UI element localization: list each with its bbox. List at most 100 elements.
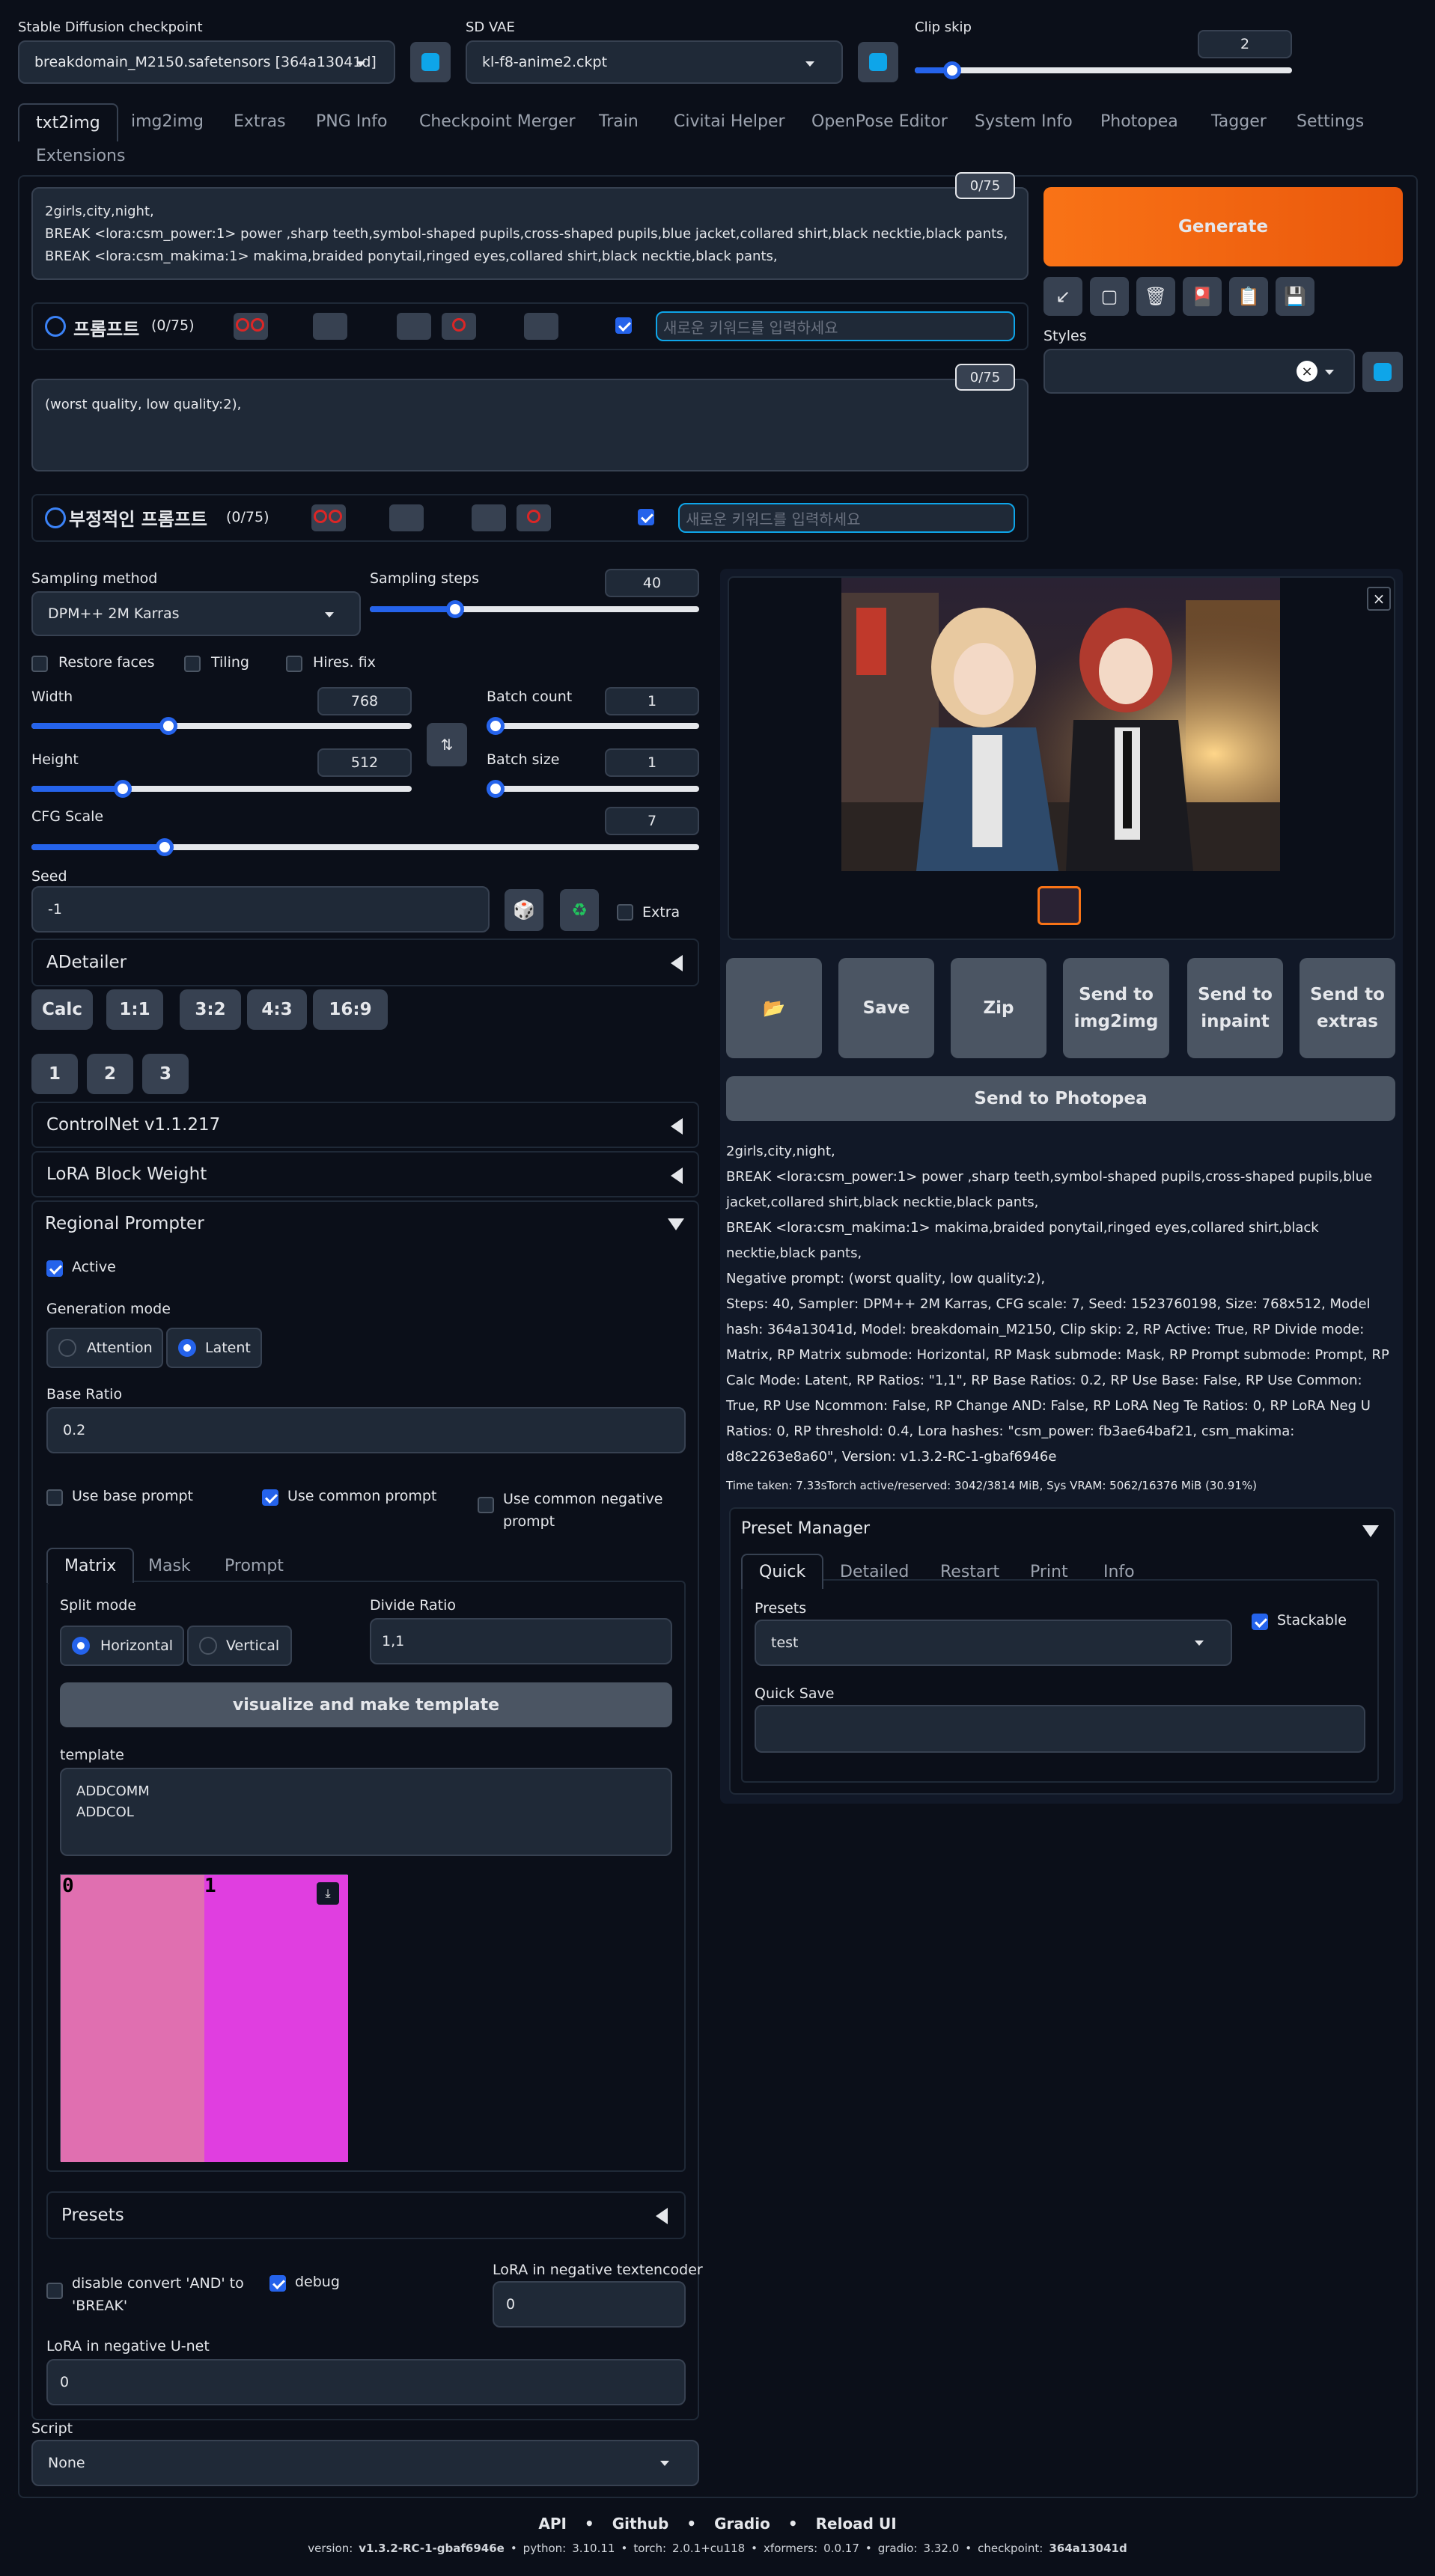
tab-tagger[interactable]: Tagger: [1211, 112, 1267, 131]
use-common-negative-checkbox[interactable]: [478, 1497, 494, 1513]
visualize-template-button[interactable]: visualize and make template: [60, 1682, 672, 1727]
recycle-icon[interactable]: ♻: [560, 889, 599, 931]
dice-icon[interactable]: 🎲: [505, 889, 543, 931]
zip-button[interactable]: Zip: [951, 958, 1046, 1058]
adetailer-accordion[interactable]: ADetailer: [31, 938, 699, 986]
send-to-img2img-button[interactable]: Send to img2img: [1063, 958, 1169, 1058]
preset-tab-print[interactable]: Print: [1030, 1563, 1068, 1581]
lora-neg-textencoder-input[interactable]: 0: [493, 2281, 686, 2328]
vertical-radio[interactable]: [199, 1637, 217, 1655]
styles-select[interactable]: ×: [1044, 349, 1355, 394]
preset-1-button[interactable]: 1: [31, 1054, 78, 1094]
height-slider[interactable]: [31, 780, 412, 798]
negative-keyword-input[interactable]: 새로운 키워드를 입력하세요: [678, 503, 1015, 533]
tab-img2img[interactable]: img2img: [131, 112, 204, 131]
ratio-16-9-button[interactable]: 16:9: [313, 989, 388, 1030]
close-icon[interactable]: ×: [1367, 587, 1391, 611]
attention-radio[interactable]: [58, 1339, 76, 1357]
clip-skip-slider[interactable]: [915, 61, 1292, 79]
ratio-calc-button[interactable]: Calc: [31, 989, 93, 1030]
width-input[interactable]: 768: [317, 687, 412, 715]
checkpoint-select[interactable]: breakdomain_M2150.safetensors [364a13041…: [18, 40, 395, 84]
cfg-scale-slider[interactable]: [31, 838, 699, 856]
tab-openpose-editor[interactable]: OpenPose Editor: [811, 112, 948, 131]
controlnet-accordion[interactable]: ControlNet v1.1.217: [31, 1102, 699, 1148]
tab-extras[interactable]: Extras: [234, 112, 286, 131]
save-icon[interactable]: 💾: [1276, 277, 1314, 316]
restore-faces-checkbox[interactable]: [31, 656, 48, 672]
trash-icon[interactable]: 🗑: [1136, 277, 1175, 316]
collapse-icon[interactable]: [1362, 1525, 1379, 1537]
palette-icon[interactable]: [397, 313, 431, 340]
batch-size-slider[interactable]: [487, 780, 699, 798]
presets-accordion[interactable]: Presets: [46, 2191, 686, 2239]
script-select[interactable]: None: [31, 2440, 699, 2486]
regional-prompter-title[interactable]: Regional Prompter: [45, 1214, 204, 1233]
trash-icon[interactable]: [517, 504, 551, 531]
sampling-steps-input[interactable]: 40: [605, 569, 699, 597]
ratio-3-2-button[interactable]: 3:2: [180, 989, 241, 1030]
negative-keyword-checkbox[interactable]: [638, 509, 654, 525]
arrow-icon[interactable]: ↙: [1044, 277, 1082, 316]
palette-icon[interactable]: [472, 504, 506, 531]
footer-api-link[interactable]: API: [538, 2515, 567, 2533]
vae-select[interactable]: kl-f8-anime2.ckpt: [466, 40, 843, 84]
sampling-method-select[interactable]: DPM++ 2M Karras: [31, 591, 361, 636]
base-ratio-input[interactable]: 0.2: [46, 1407, 686, 1453]
subtab-prompt[interactable]: Prompt: [225, 1557, 284, 1575]
disable-convert-checkbox[interactable]: [46, 2283, 63, 2299]
presets-select[interactable]: test: [755, 1620, 1232, 1666]
subtab-matrix[interactable]: Matrix: [46, 1548, 135, 1583]
preset-2-button[interactable]: 2: [87, 1054, 133, 1094]
settings-icon[interactable]: [524, 313, 558, 340]
clipboard-icon[interactable]: 📋: [1229, 277, 1268, 316]
preset-tab-restart[interactable]: Restart: [940, 1563, 999, 1581]
copy-icon[interactable]: [389, 504, 424, 531]
folder-icon[interactable]: 📂: [726, 958, 822, 1058]
divide-ratio-input[interactable]: 1,1: [370, 1618, 672, 1664]
refresh-icon[interactable]: [858, 42, 898, 82]
copy-icon[interactable]: [313, 313, 347, 340]
extra-seed-checkbox[interactable]: [617, 904, 633, 921]
regional-active-checkbox[interactable]: [46, 1260, 63, 1277]
template-textarea[interactable]: ADDCOMM ADDCOL: [60, 1768, 672, 1856]
tab-system-info[interactable]: System Info: [975, 112, 1073, 131]
tab-settings[interactable]: Settings: [1297, 112, 1364, 131]
prompt-keyword-checkbox[interactable]: [615, 317, 632, 334]
tab-extensions[interactable]: Extensions: [36, 147, 125, 165]
clear-icon[interactable]: ▢: [1090, 277, 1129, 316]
generate-button[interactable]: Generate: [1044, 187, 1403, 266]
debug-checkbox[interactable]: [269, 2275, 286, 2292]
batch-count-slider[interactable]: [487, 717, 699, 735]
collapse-icon[interactable]: [668, 1218, 684, 1230]
gallery-thumbnail[interactable]: [1038, 886, 1081, 925]
preset-tab-quick[interactable]: Quick: [741, 1554, 824, 1589]
footer-reload-link[interactable]: Reload UI: [816, 2515, 897, 2533]
subtab-mask[interactable]: Mask: [148, 1557, 191, 1575]
preset-3-button[interactable]: 3: [142, 1054, 189, 1094]
seed-input[interactable]: -1: [31, 886, 490, 933]
batch-count-input[interactable]: 1: [605, 687, 699, 715]
swap-icon[interactable]: ⇅: [427, 723, 467, 766]
preset-tab-info[interactable]: Info: [1103, 1563, 1135, 1581]
hires-fix-checkbox[interactable]: [286, 656, 302, 672]
tab-checkpoint-merger[interactable]: Checkpoint Merger: [419, 112, 576, 131]
width-slider[interactable]: [31, 717, 412, 735]
lora-neg-unet-input[interactable]: 0: [46, 2359, 686, 2405]
tiling-checkbox[interactable]: [184, 656, 201, 672]
refresh-icon[interactable]: [410, 42, 451, 82]
refresh-icon[interactable]: [1362, 352, 1403, 392]
cfg-scale-input[interactable]: 7: [605, 807, 699, 835]
tab-png-info[interactable]: PNG Info: [316, 112, 387, 131]
negative-prompt-textarea[interactable]: (worst quality, low quality:2),: [31, 379, 1029, 471]
lora-block-weight-accordion[interactable]: LoRA Block Weight: [31, 1151, 699, 1197]
trash-icon[interactable]: [442, 313, 476, 340]
stackable-checkbox[interactable]: [1252, 1614, 1268, 1630]
collapse-icon[interactable]: [45, 316, 66, 337]
preset-manager-title[interactable]: Preset Manager: [741, 1519, 870, 1538]
tab-txt2img[interactable]: txt2img: [18, 103, 118, 141]
send-to-photopea-button[interactable]: Send to Photopea: [726, 1076, 1395, 1121]
horizontal-radio[interactable]: [72, 1637, 90, 1655]
tab-civitai-helper[interactable]: Civitai Helper: [674, 112, 785, 131]
footer-gradio-link[interactable]: Gradio: [714, 2515, 770, 2533]
